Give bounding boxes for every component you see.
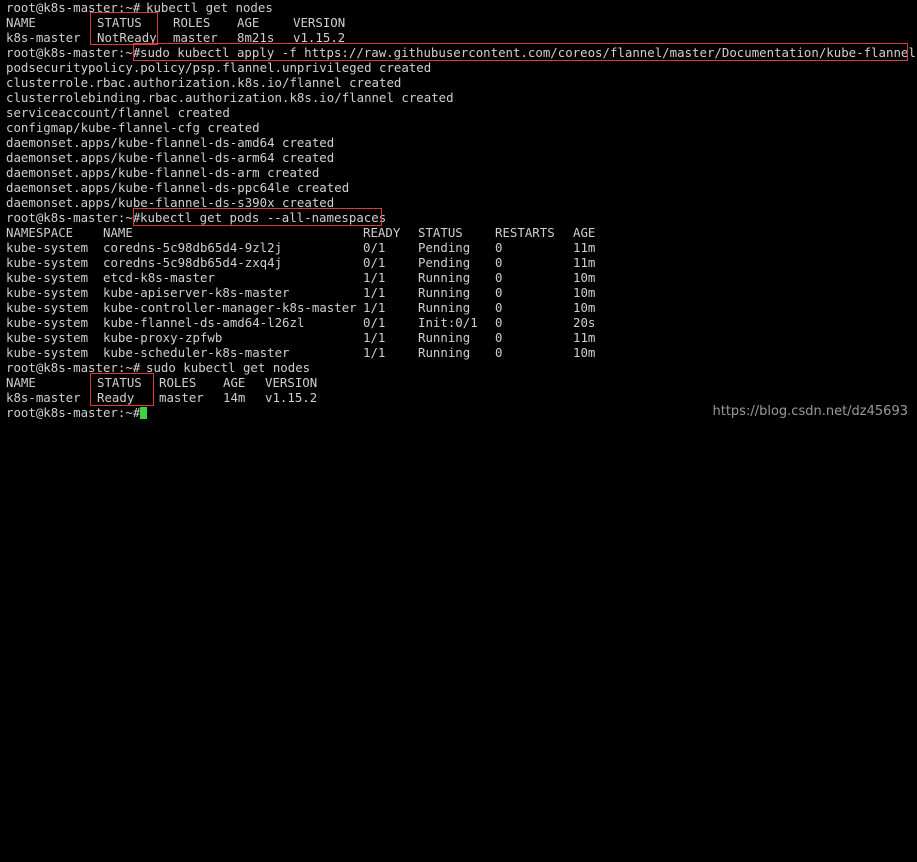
table-row: kube-system coredns-5c98db65d4-9zl2j 0/1 Pe… [6,240,596,255]
table-header: NAME STATUS ROLES AGE VERSION [6,15,345,30]
table-header: NAMESPACE NAME READY STATUS RESTARTS AGE [6,225,596,240]
table-row: kube-system coredns-5c98db65d4-zxq4j 0/1 Pe… [6,255,596,270]
table-header: NAME STATUS ROLES AGE VERSION [6,375,318,390]
apply-command-highlight-box [133,43,908,61]
header-age: AGE [237,15,260,30]
table-row: k8s-master Ready master 14m v1.15.2 [6,390,318,405]
header-version: VERSION [293,15,346,30]
status-highlight-box [90,12,158,45]
terminal-line: root@k8s-master:~# kubectl get nodes [6,0,273,15]
get-pods-highlight-box [133,208,382,226]
prompt: root@k8s-master:~# [6,45,141,60]
table-row: kube-system kube-proxy-zpfwb 1/1 Running 0 11… [6,330,596,345]
command-text: sudo kubectl get nodes [146,360,311,375]
table-row: k8s-master NotReady master 8m21s v1.15.2 [6,30,345,45]
terminal-line: root@k8s-master:~# kubectl get pods --al… [6,210,386,225]
watermark: https://blog.csdn.net/dz45693 [712,404,909,419]
header-roles: ROLES [173,15,211,30]
command-text: kubectl get nodes [146,0,273,15]
table-row: kube-system kube-apiserver-k8s-master 1/1 R… [6,285,596,300]
prompt: root@k8s-master:~# [6,405,141,420]
terminal-cursor [140,407,147,419]
header-name: NAME [6,15,36,30]
table-row: kube-system etcd-k8s-master 1/1 Running 0 10m [6,270,596,285]
ready-status-highlight-box [90,373,154,406]
terminal-input-line[interactable]: root@k8s-master:~# [6,405,140,420]
table-row: kube-system kube-flannel-ds-amd64-l26zl 0/… [6,315,596,330]
terminal-line: root@k8s-master:~# sudo kubectl apply -f… [6,45,917,60]
table-row: kube-system kube-controller-manager-k8s-m… [6,300,596,315]
table-row: kube-system kube-scheduler-k8s-master 1/1 R… [6,345,596,360]
terminal-line: root@k8s-master:~# sudo kubectl get node… [6,360,310,375]
terminal-window[interactable]: root@k8s-master:~# kubectl get nodes NAM… [0,0,917,431]
prompt: root@k8s-master:~# [6,210,141,225]
node-name: k8s-master [6,30,81,45]
